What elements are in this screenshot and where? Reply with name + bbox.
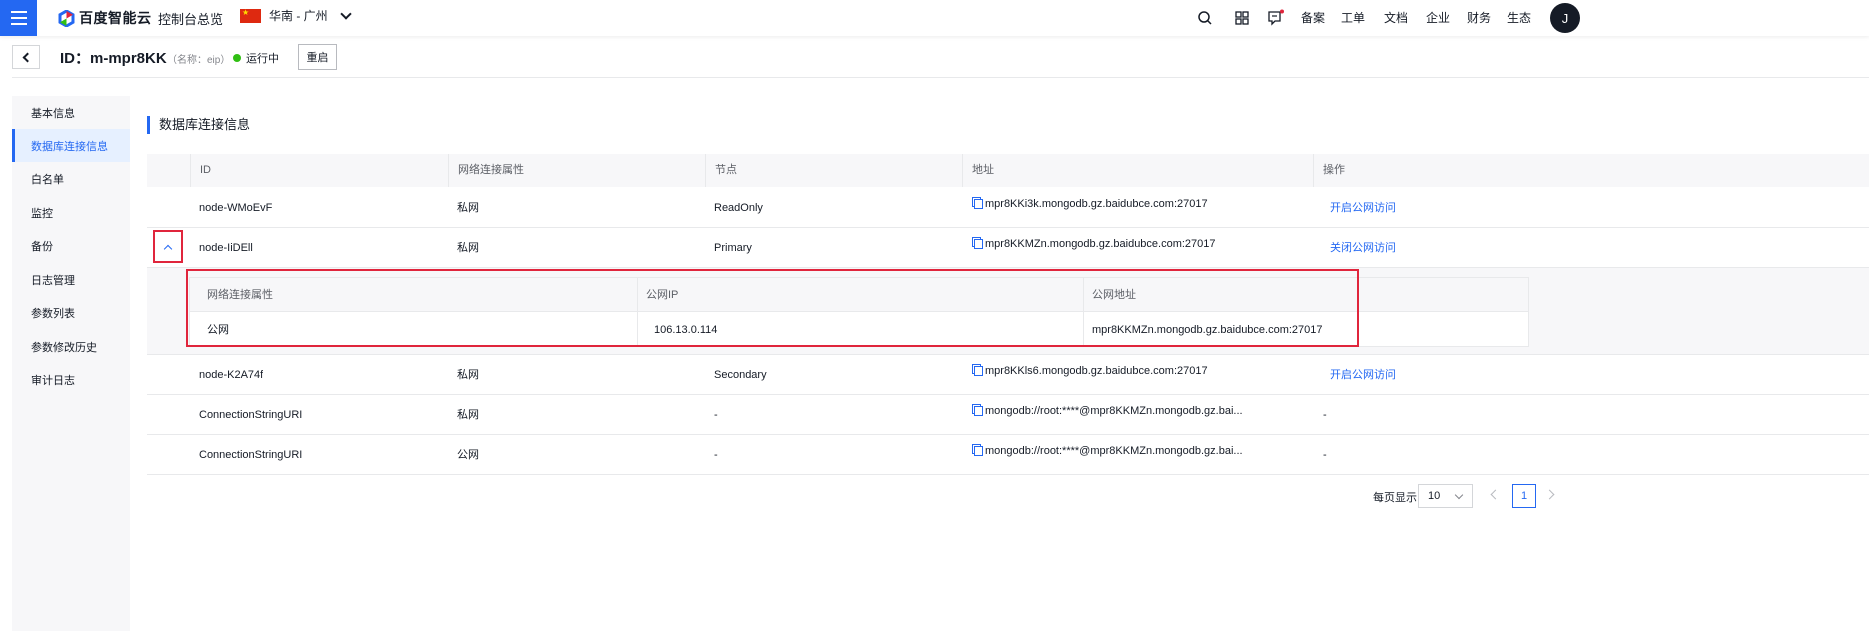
cell-network: 私网 (457, 242, 479, 254)
cell-id: ConnectionStringURI (199, 449, 303, 461)
status-text: 运行中 (246, 53, 279, 65)
nav-enterprise[interactable]: 企业 (1426, 9, 1450, 26)
divider (12, 77, 1869, 78)
address-text: mpr8KKMZn.mongodb.gz.baidubce.com:27017 (985, 238, 1216, 250)
chevron-down-icon (340, 7, 352, 20)
sidebar-item-basic-info[interactable]: 基本信息 (12, 96, 130, 129)
back-button[interactable] (12, 45, 40, 69)
hamburger-menu-icon[interactable] (0, 0, 37, 36)
next-page-icon[interactable] (1544, 489, 1555, 500)
cell-network: 私网 (457, 369, 479, 381)
brand-logo[interactable]: 百度智能云 (58, 6, 152, 30)
cell-node: ReadOnly (714, 202, 763, 214)
cell-node: Secondary (714, 369, 767, 381)
cell-node: - (714, 409, 718, 421)
collapse-row-button[interactable] (153, 230, 183, 263)
address-text: mpr8KKi3k.mongodb.gz.baidubce.com:27017 (985, 198, 1208, 210)
nav-docs[interactable]: 文档 (1384, 9, 1408, 26)
cell-node: - (714, 449, 718, 461)
page-size-select[interactable]: 10 (1418, 484, 1473, 508)
address-text: mpr8KKls6.mongodb.gz.baidubce.com:27017 (985, 365, 1208, 377)
cell-network: 私网 (457, 202, 479, 214)
page-number-button[interactable]: 1 (1512, 484, 1536, 508)
section-title: 数据库连接信息 (147, 116, 250, 134)
copy-icon[interactable] (972, 237, 983, 249)
baidu-cloud-logo-icon (58, 9, 75, 27)
sidebar-item-db-connection[interactable]: 数据库连接信息 (12, 129, 130, 162)
nav-finance[interactable]: 财务 (1467, 9, 1491, 26)
copy-icon[interactable] (972, 444, 983, 456)
nav-filing[interactable]: 备案 (1301, 9, 1325, 26)
search-icon[interactable] (1197, 9, 1213, 27)
table-row: node-IiDEll 私网 Primary mpr8KKMZn.mongodb… (147, 228, 1869, 268)
top-bar: 百度智能云 控制台总览 华南 - 广州 备案 工单 文档 企业 财务 生态 J (0, 0, 1869, 36)
table-row: node-WMoEvF 私网 ReadOnly mpr8KKi3k.mongod… (147, 188, 1869, 228)
column-header-action: 操作 (1313, 154, 1869, 187)
instance-id: ID：m-mpr8KK (60, 50, 167, 67)
sidebar-item-params[interactable]: 参数列表 (12, 296, 130, 329)
column-header-network: 网络连接属性 (448, 154, 705, 187)
sidebar-item-logs[interactable]: 日志管理 (12, 263, 130, 296)
copy-icon[interactable] (972, 364, 983, 376)
brand-name: 百度智能云 (79, 10, 152, 26)
chevron-left-icon (22, 52, 33, 62)
page-size-value: 10 (1428, 490, 1441, 502)
copy-icon[interactable] (972, 197, 983, 209)
china-flag-icon (240, 8, 261, 23)
sidebar-item-audit-log[interactable]: 审计日志 (12, 363, 130, 396)
cell-address: mpr8KKMZn.mongodb.gz.baidubce.com:27017 (972, 224, 1216, 264)
cell-address: mongodb://root:****@mpr8KKMZn.mongodb.gz… (972, 431, 1243, 471)
nav-ecosystem[interactable]: 生态 (1507, 9, 1531, 26)
sidebar-item-backup[interactable]: 备份 (12, 229, 130, 262)
user-avatar[interactable]: J (1550, 3, 1580, 33)
cell-action: - (1323, 409, 1327, 421)
page-size-label: 每页显示 (1373, 492, 1417, 504)
column-header-id: ID (190, 154, 448, 187)
console-overview-link[interactable]: 控制台总览 (158, 9, 223, 28)
sidebar-item-param-history[interactable]: 参数修改历史 (12, 330, 130, 363)
cell-id: node-IiDEll (199, 242, 253, 254)
sidebar-item-whitelist[interactable]: 白名单 (12, 162, 130, 195)
status-dot-icon (233, 54, 241, 62)
cell-address: mongodb://root:****@mpr8KKMZn.mongodb.gz… (972, 391, 1243, 431)
table-row: ConnectionStringURI 公网 - mongodb://root:… (147, 435, 1869, 475)
table-row: node-K2A74f 私网 Secondary mpr8KKls6.mongo… (147, 355, 1869, 395)
instance-name: （名称：eip） (167, 55, 231, 66)
address-text: mongodb://root:****@mpr8KKMZn.mongodb.gz… (985, 405, 1243, 417)
copy-icon[interactable] (972, 404, 983, 416)
enable-public-access-link[interactable]: 开启公网访问 (1330, 188, 1396, 228)
chevron-down-icon (1454, 490, 1464, 500)
qr-grid-icon[interactable] (1234, 9, 1250, 27)
cell-node: Primary (714, 242, 752, 254)
table-header: ID 网络连接属性 节点 地址 操作 (147, 154, 1869, 187)
status-badge: 运行中 (233, 50, 279, 66)
region-selector[interactable]: 华南 - 广州 (240, 7, 352, 24)
highlight-box (186, 269, 1359, 347)
nav-ticket[interactable]: 工单 (1341, 9, 1365, 26)
restart-button[interactable]: 重启 (298, 44, 337, 70)
message-icon[interactable] (1267, 9, 1287, 27)
cell-id: node-K2A74f (199, 369, 264, 381)
cell-network: 公网 (457, 449, 479, 461)
sidebar-item-monitoring[interactable]: 监控 (12, 196, 130, 229)
cell-network: 私网 (457, 409, 479, 421)
table-row: ConnectionStringURI 私网 - mongodb://root:… (147, 395, 1869, 435)
cell-address: mpr8KKls6.mongodb.gz.baidubce.com:27017 (972, 351, 1208, 391)
cell-action: - (1323, 449, 1327, 461)
cell-id: ConnectionStringURI (199, 409, 303, 421)
cell-id: node-WMoEvF (199, 202, 273, 214)
sidebar: 基本信息 数据库连接信息 白名单 监控 备份 日志管理 参数列表 参数修改历史 … (12, 96, 130, 631)
enable-public-access-link[interactable]: 开启公网访问 (1330, 355, 1396, 395)
chevron-up-icon (163, 244, 173, 253)
disable-public-access-link[interactable]: 关闭公网访问 (1330, 228, 1396, 268)
cell-address: mpr8KKi3k.mongodb.gz.baidubce.com:27017 (972, 184, 1208, 224)
address-text: mongodb://root:****@mpr8KKMZn.mongodb.gz… (985, 445, 1243, 457)
region-label: 华南 - 广州 (269, 9, 328, 23)
prev-page-icon[interactable] (1490, 489, 1501, 500)
column-header-address: 地址 (962, 154, 1313, 187)
column-header-node: 节点 (705, 154, 962, 187)
